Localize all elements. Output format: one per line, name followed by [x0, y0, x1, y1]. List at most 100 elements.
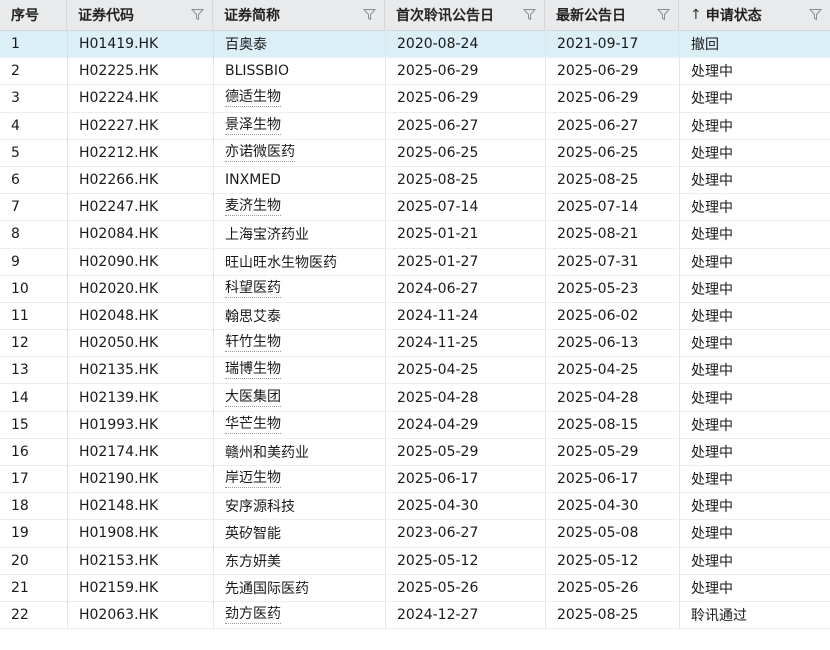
application-status-cell: 处理中 — [679, 85, 830, 112]
security-code: H02148.HK — [79, 498, 159, 515]
filter-icon[interactable] — [809, 8, 822, 21]
security-code-cell: H01419.HK — [67, 31, 213, 58]
application-status: 处理中 — [691, 308, 733, 325]
security-code: H02247.HK — [79, 199, 159, 216]
security-name[interactable]: 华芒生物 — [225, 416, 281, 434]
application-status-cell: 处理中 — [679, 248, 830, 275]
filter-icon[interactable] — [523, 8, 536, 21]
table-row[interactable]: 8 H02084.HK 上海宝济药业 2025-01-21 2025-08-21 处理中 — [0, 221, 830, 249]
security-name[interactable]: 德适生物 — [225, 89, 281, 108]
column-header-code[interactable]: 证券代码 — [67, 0, 213, 30]
security-name: BLISSBIO — [225, 63, 290, 80]
table-row[interactable]: 5 H02212.HK 亦诺微医药 2025-06-25 2025-06-25 处理中 — [0, 139, 830, 167]
first-hearing-date-cell: 2025-06-27 — [385, 112, 545, 139]
table-row[interactable]: 16 H02174.HK 赣州和美药业 2025-05-29 2025-05-29 处理中 — [0, 438, 830, 466]
security-name[interactable]: 亦诺微医药 — [225, 144, 295, 162]
table-row[interactable]: 14 H02139.HK 大医集团 2025-04-28 2025-04-28 处理中 — [0, 384, 830, 412]
table-row[interactable]: 7 H02247.HK 麦济生物 2025-07-14 2025-07-14 处理中 — [0, 194, 830, 222]
security-name[interactable]: 科望医药 — [225, 280, 281, 298]
filter-icon[interactable] — [657, 8, 670, 21]
latest-announcement-date-cell: 2025-06-29 — [545, 58, 679, 85]
security-code-cell: H01908.HK — [67, 520, 213, 547]
application-status-cell: 处理中 — [679, 139, 830, 166]
application-status: 聆讯通过 — [691, 608, 747, 625]
table-row[interactable]: 19 H01908.HK 英矽智能 2023-06-27 2025-05-08 处理中 — [0, 520, 830, 548]
application-status-cell: 处理中 — [679, 520, 830, 547]
table-row[interactable]: 3 H02224.HK 德适生物 2025-06-29 2025-06-29 处理中 — [0, 85, 830, 113]
security-name[interactable]: 瑞博生物 — [225, 361, 281, 380]
column-header-label: 申请状态 — [705, 8, 762, 24]
first-hearing-date: 2025-04-25 — [397, 362, 479, 379]
column-header-status[interactable]: ↑ 申请状态 — [679, 0, 830, 30]
column-header-name[interactable]: 证券简称 — [213, 0, 385, 30]
table-row[interactable]: 10 H02020.HK 科望医药 2024-06-27 2025-05-23 处理中 — [0, 275, 830, 303]
security-name[interactable]: 劲方医药 — [225, 606, 281, 625]
row-index: 18 — [11, 498, 29, 515]
filter-icon[interactable] — [191, 8, 204, 21]
security-code: H02159.HK — [79, 579, 159, 596]
first-hearing-date-cell: 2025-06-17 — [385, 466, 545, 493]
security-code: H01908.HK — [79, 525, 159, 542]
application-status-cell: 处理中 — [679, 112, 830, 139]
table-row[interactable]: 18 H02148.HK 安序源科技 2025-04-30 2025-04-30 处理中 — [0, 493, 830, 521]
first-hearing-date: 2025-06-27 — [397, 117, 479, 134]
filter-icon[interactable] — [363, 8, 376, 21]
application-status: 处理中 — [691, 336, 733, 353]
security-code: H02050.HK — [79, 335, 159, 352]
table-row[interactable]: 21 H02159.HK 先通国际医药 2025-05-26 2025-05-26 处理中 — [0, 574, 830, 602]
row-index-cell: 17 — [0, 466, 67, 492]
table-row[interactable]: 2 H02225.HK BLISSBIO 2025-06-29 2025-06-29 处理… — [0, 58, 830, 86]
table-row[interactable]: 9 H02090.HK 旺山旺水生物医药 2025-01-27 2025-07-31 处理… — [0, 248, 830, 276]
security-name[interactable]: 麦济生物 — [225, 198, 281, 217]
column-header-first-date[interactable]: 首次聆讯公告日 — [385, 0, 545, 30]
security-name-cell: INXMED — [213, 166, 385, 194]
security-name-cell: 岸迈生物 — [213, 466, 385, 493]
row-index-cell: 11 — [0, 303, 67, 329]
application-status: 处理中 — [691, 444, 733, 461]
security-name-cell: 上海宝济药业 — [213, 221, 385, 248]
table-row[interactable]: 11 H02048.HK 翰思艾泰 2024-11-24 2025-06-02 处理中 — [0, 302, 830, 331]
security-name[interactable]: 大医集团 — [225, 389, 281, 407]
application-status: 处理中 — [691, 472, 733, 489]
latest-announcement-date-cell: 2025-08-25 — [545, 601, 679, 629]
row-index: 21 — [11, 579, 29, 596]
column-header-latest-date[interactable]: 最新公告日 — [545, 0, 679, 30]
row-index: 10 — [11, 280, 29, 297]
application-status-cell: 处理中 — [679, 438, 830, 465]
first-hearing-date-cell: 2025-01-21 — [385, 221, 545, 248]
table-row[interactable]: 1 H01419.HK 百奥泰 2020-08-24 2021-09-17 撤回 — [0, 31, 830, 59]
latest-announcement-date-cell: 2025-08-21 — [545, 221, 679, 248]
security-name-cell: 旺山旺水生物医药 — [213, 248, 385, 275]
security-name-cell: 东方妍美 — [213, 547, 385, 574]
table-row[interactable]: 17 H02190.HK 岸迈生物 2025-06-17 2025-06-17 处理中 — [0, 466, 830, 494]
table-row[interactable]: 6 H02266.HK INXMED 2025-08-25 2025-08-25 处理中 — [0, 166, 830, 195]
column-header-label: 最新公告日 — [556, 8, 626, 24]
latest-announcement-date: 2021-09-17 — [557, 36, 639, 53]
security-name-cell: BLISSBIO — [213, 58, 385, 85]
security-code: H02224.HK — [79, 90, 159, 107]
column-header-idx[interactable]: 序号 — [0, 0, 67, 30]
security-name[interactable]: 轩竹生物 — [225, 334, 281, 353]
column-header-label: 序号 — [11, 8, 39, 24]
first-hearing-date: 2025-05-29 — [397, 443, 479, 460]
security-name[interactable]: 岸迈生物 — [225, 470, 281, 489]
table-row[interactable]: 12 H02050.HK 轩竹生物 2024-11-25 2025-06-13 处理中 — [0, 330, 830, 358]
latest-announcement-date: 2025-06-29 — [557, 90, 639, 107]
latest-announcement-date: 2025-06-17 — [557, 471, 639, 488]
table-row[interactable]: 13 H02135.HK 瑞博生物 2025-04-25 2025-04-25 处理中 — [0, 357, 830, 385]
security-name: 翰思艾泰 — [225, 308, 281, 325]
table-row[interactable]: 15 H01993.HK 华芒生物 2024-04-29 2025-08-15 处理中 — [0, 411, 830, 439]
latest-announcement-date: 2025-06-29 — [557, 63, 639, 80]
row-index-cell: 9 — [0, 249, 67, 275]
table-row[interactable]: 22 H02063.HK 劲方医药 2024-12-27 2025-08-25 聆讯通过 — [0, 601, 830, 630]
row-index-cell: 1 — [0, 31, 67, 57]
application-status: 处理中 — [691, 580, 733, 597]
sort-up-arrow-icon[interactable]: ↑ — [690, 7, 702, 23]
application-status: 处理中 — [691, 118, 733, 135]
table-row[interactable]: 4 H02227.HK 景泽生物 2025-06-27 2025-06-27 处理中 — [0, 112, 830, 140]
security-name[interactable]: 景泽生物 — [225, 117, 281, 135]
first-hearing-date: 2020-08-24 — [397, 36, 479, 53]
table-row[interactable]: 20 H02153.HK 东方妍美 2025-05-12 2025-05-12 处理中 — [0, 547, 830, 575]
security-code-cell: H02225.HK — [67, 58, 213, 85]
first-hearing-date: 2025-04-30 — [397, 498, 479, 515]
